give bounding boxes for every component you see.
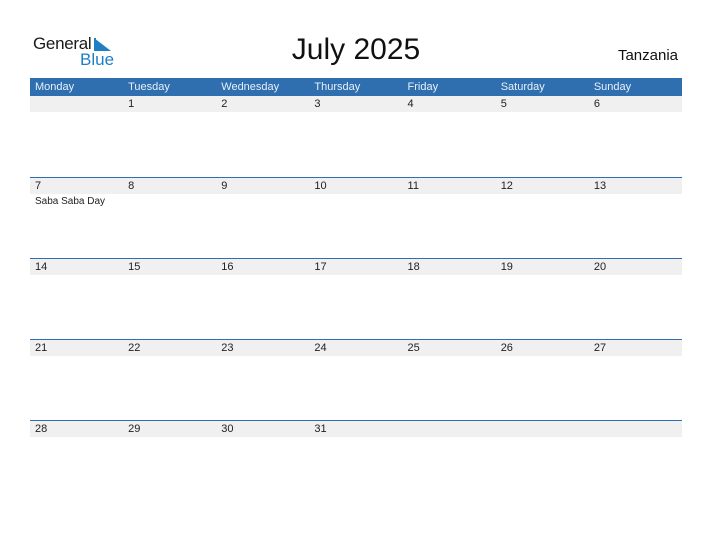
day-number: 22 (128, 342, 141, 354)
day-cell: 16 (216, 258, 309, 339)
day-number: 20 (593, 261, 607, 273)
day-cell: 1 (123, 96, 216, 177)
day-cell: 10 (309, 177, 402, 258)
day-number: 15 (128, 261, 141, 273)
calendar-title: July 2025 (291, 33, 421, 66)
weekday-saturday: Saturday (500, 81, 545, 93)
day-number: 19 (500, 261, 513, 273)
day-number: 4 (407, 98, 414, 110)
day-cell: 12 (496, 177, 589, 258)
day-number: 6 (593, 98, 600, 110)
day-number: 30 (221, 423, 234, 435)
day-cell: 3 (309, 96, 402, 177)
weekday-tuesday: Tuesday (128, 81, 170, 93)
day-number: 5 (500, 98, 507, 110)
day-cell: 25 (403, 339, 496, 420)
weekday-friday: Friday (407, 81, 439, 93)
day-number: 24 (314, 342, 327, 354)
day-cell: 22 (123, 339, 216, 420)
day-cell: 24 (309, 339, 402, 420)
day-cell: 9 (216, 177, 309, 258)
weekday-thursday: Thursday (314, 81, 361, 93)
day-number: 25 (407, 342, 420, 354)
day-cell (496, 420, 589, 501)
day-cell: 15 (123, 258, 216, 339)
country-label: Tanzania (617, 47, 678, 64)
weekday-header: Monday Tuesday Wednesday Thursday Friday Satu… (30, 78, 682, 96)
day-cell: 11 (403, 177, 496, 258)
week-row: 28 29 30 31 (30, 420, 682, 501)
week-row: 1 2 3 4 5 6 (30, 96, 682, 177)
day-number: 17 (314, 261, 327, 273)
week-row: 7 Saba Saba Day 8 9 10 11 12 13 (30, 177, 682, 258)
day-number: 9 (221, 180, 228, 192)
week-row: 14 15 16 17 18 19 20 (30, 258, 682, 339)
day-number: 26 (500, 342, 513, 354)
day-number: 7 (35, 180, 42, 192)
day-number: 28 (35, 423, 48, 435)
day-cell: 4 (403, 96, 496, 177)
day-cell: 13 (589, 177, 682, 258)
day-number: 8 (128, 180, 135, 192)
day-cell: 18 (403, 258, 496, 339)
day-number: 27 (593, 342, 607, 354)
day-number: 11 (407, 180, 419, 192)
day-cell: 27 (589, 339, 682, 420)
day-cell: 29 (123, 420, 216, 501)
day-cell (403, 420, 496, 501)
day-number: 3 (314, 98, 321, 110)
weekday-wednesday: Wednesday (221, 81, 280, 93)
day-cell: 5 (496, 96, 589, 177)
week-row: 21 22 23 24 25 26 27 (30, 339, 682, 420)
day-cell: 6 (589, 96, 682, 177)
weekday-sunday: Sunday (593, 81, 632, 93)
day-number: 21 (35, 342, 48, 354)
day-number: 14 (35, 261, 48, 273)
day-number: 10 (314, 180, 327, 192)
day-cell: 2 (216, 96, 309, 177)
day-cell: 20 (589, 258, 682, 339)
day-cell: 28 (30, 420, 123, 501)
day-cell: 7 Saba Saba Day (30, 177, 123, 258)
day-number: 18 (407, 261, 420, 273)
day-number: 31 (314, 423, 327, 435)
day-number: 2 (221, 98, 228, 110)
holiday-label: Saba Saba Day (35, 196, 106, 207)
day-cell: 8 (123, 177, 216, 258)
day-number: 1 (128, 98, 135, 110)
day-cell: 30 (216, 420, 309, 501)
day-cell: 19 (496, 258, 589, 339)
day-cell (30, 96, 123, 177)
weekday-monday: Monday (35, 81, 75, 93)
day-cell: 21 (30, 339, 123, 420)
day-cell: 14 (30, 258, 123, 339)
day-cell: 31 (309, 420, 402, 501)
day-cell: 26 (496, 339, 589, 420)
day-number: 23 (221, 342, 234, 354)
day-cell: 23 (216, 339, 309, 420)
day-cell: 17 (309, 258, 402, 339)
day-number: 29 (128, 423, 141, 435)
day-number: 16 (221, 261, 234, 273)
day-number: 12 (500, 180, 513, 192)
day-cell (589, 420, 682, 501)
day-number: 13 (593, 180, 607, 192)
